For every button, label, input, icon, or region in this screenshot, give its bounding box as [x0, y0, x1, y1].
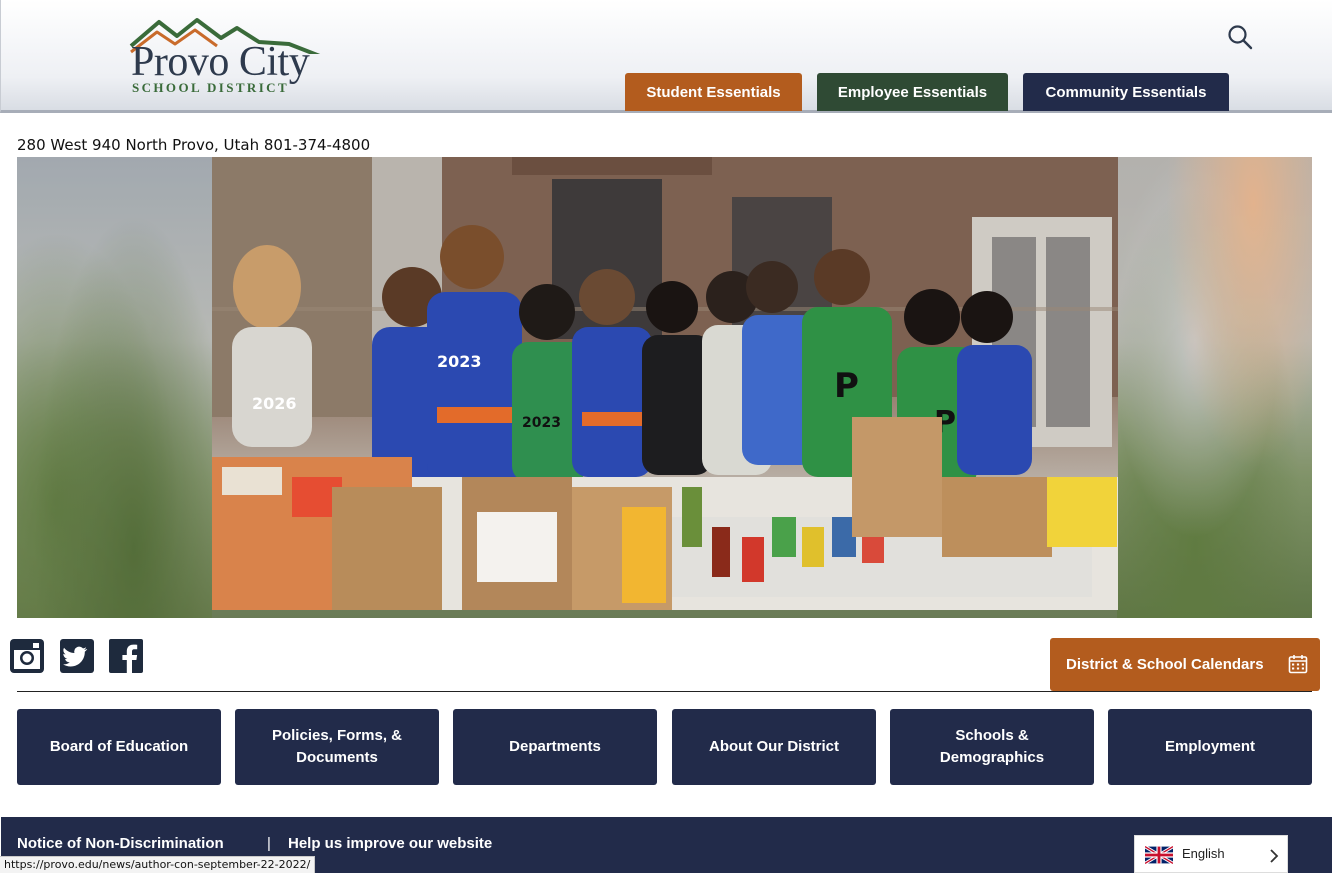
jersey-number-2: 2023: [437, 352, 482, 371]
instagram-icon[interactable]: [9, 638, 45, 674]
footer-separator: |: [267, 835, 271, 852]
hero-banner: P P 2026 2023 2023: [17, 157, 1312, 618]
tile-schools-demographics[interactable]: Schools & Demographics: [890, 709, 1094, 785]
status-bar-url: https://provo.edu/news/author-con-septem…: [0, 856, 316, 873]
svg-text:P: P: [834, 366, 859, 406]
district-address: 280 West 940 North Provo, Utah 801-374-4…: [17, 136, 371, 154]
calendars-button[interactable]: District & School Calendars: [1050, 638, 1320, 691]
district-logo[interactable]: Provo City SCHOOL DISTRICT: [129, 14, 329, 96]
logo-title: Provo City: [131, 39, 310, 85]
site-header: Provo City SCHOOL DISTRICT Student Essen…: [0, 0, 1332, 113]
tile-employment[interactable]: Employment: [1108, 709, 1312, 785]
jersey-number-1: 2026: [252, 394, 297, 413]
tile-board-of-education[interactable]: Board of Education: [17, 709, 221, 785]
twitter-icon[interactable]: [59, 638, 95, 674]
tile-about-our-district[interactable]: About Our District: [672, 709, 876, 785]
calendar-icon: [1288, 654, 1308, 674]
improve-website-link[interactable]: Help us improve our website: [288, 835, 492, 852]
section-divider: [17, 691, 1312, 692]
facebook-icon[interactable]: [108, 638, 144, 674]
hero-background-right: [1117, 157, 1312, 618]
tile-departments[interactable]: Departments: [453, 709, 657, 785]
photo-students-food-drive: P P 2026 2023 2023: [212, 157, 1118, 610]
language-label: English: [1182, 846, 1225, 861]
jersey-number-3: 2023: [522, 415, 561, 431]
non-discrimination-link[interactable]: Notice of Non-Discrimination: [17, 835, 224, 852]
search-icon[interactable]: [1227, 24, 1253, 50]
chevron-right-icon: [1269, 848, 1279, 863]
tab-employee-essentials[interactable]: Employee Essentials: [817, 73, 1008, 111]
calendars-button-label: District & School Calendars: [1066, 656, 1264, 673]
language-selector[interactable]: English: [1134, 835, 1288, 873]
logo-subtitle: SCHOOL DISTRICT: [132, 80, 290, 95]
uk-flag-icon: [1144, 845, 1174, 865]
tab-student-essentials[interactable]: Student Essentials: [625, 73, 802, 111]
tab-community-essentials[interactable]: Community Essentials: [1023, 73, 1229, 111]
tile-policies-forms-documents[interactable]: Policies, Forms, & Documents: [235, 709, 439, 785]
hero-background-left: [17, 157, 212, 618]
